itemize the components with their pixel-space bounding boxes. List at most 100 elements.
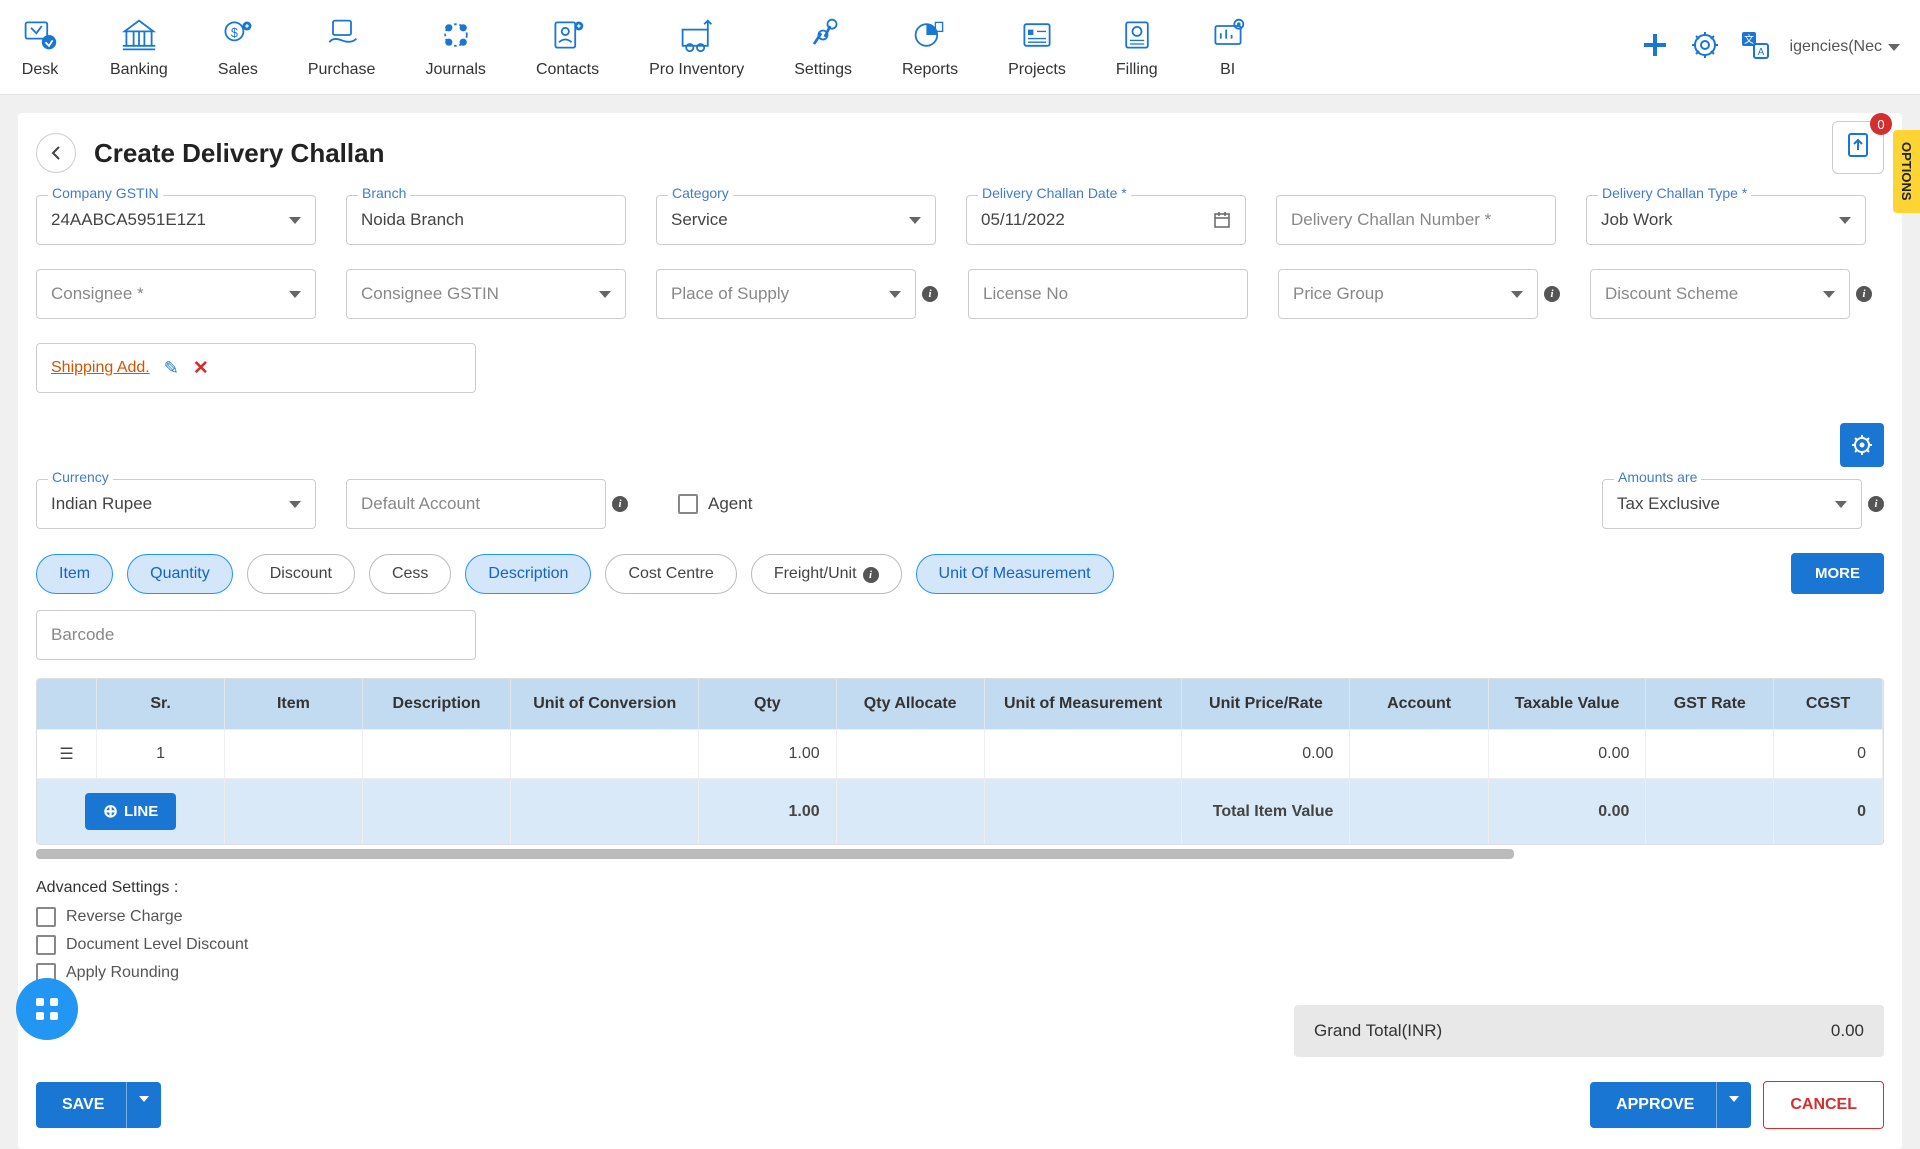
plus-icon[interactable] <box>1640 30 1670 65</box>
supply-field[interactable]: Place of Supply <box>656 269 916 319</box>
chevron-down-icon <box>599 291 611 298</box>
currency-field[interactable]: CurrencyIndian Rupee <box>36 479 316 529</box>
advanced-settings: Advanced Settings : Reverse Charge Docum… <box>36 879 248 991</box>
fab-button[interactable] <box>16 978 78 1040</box>
save-dropdown[interactable] <box>126 1082 161 1128</box>
nav-banking[interactable]: Banking <box>110 15 168 79</box>
nav-desk[interactable]: Desk <box>20 15 60 79</box>
info-icon[interactable]: i <box>1544 286 1560 302</box>
info-icon[interactable]: i <box>922 286 938 302</box>
nav-right: 文A igencies(Nec <box>1640 30 1900 65</box>
items-table: Sr. Item Description Unit of Conversion … <box>36 678 1884 845</box>
nav-purchase[interactable]: Purchase <box>308 15 376 79</box>
nav-journals[interactable]: Journals <box>425 15 485 79</box>
save-button[interactable]: SAVE <box>36 1082 130 1128</box>
chevron-down-icon <box>1839 217 1851 224</box>
date-field[interactable]: Delivery Challan Date *05/11/2022 <box>966 195 1246 245</box>
add-line-button[interactable]: ⊕LINE <box>85 793 176 830</box>
nav-reports[interactable]: Reports <box>902 15 958 79</box>
category-field[interactable]: CategoryService <box>656 195 936 245</box>
translate-icon[interactable]: 文A <box>1740 30 1770 65</box>
reverse-charge-checkbox[interactable]: Reverse Charge <box>36 907 248 927</box>
approve-dropdown[interactable] <box>1716 1082 1751 1128</box>
chevron-down-icon <box>289 291 301 298</box>
nav-filling[interactable]: Filling <box>1116 15 1158 79</box>
doc-discount-checkbox[interactable]: Document Level Discount <box>36 935 248 955</box>
options-tab[interactable]: OPTIONS <box>1893 130 1920 213</box>
info-icon[interactable]: i <box>1856 286 1872 302</box>
chip-cess[interactable]: Cess <box>369 554 451 594</box>
type-field[interactable]: Delivery Challan Type *Job Work <box>1586 195 1866 245</box>
edit-icon[interactable]: ✎ <box>164 358 179 379</box>
chip-freight[interactable]: Freight/Uniti <box>751 554 902 594</box>
apply-rounding-checkbox[interactable]: Apply Rounding <box>36 963 248 983</box>
checkbox-icon <box>678 494 698 514</box>
contacts-icon <box>548 15 588 55</box>
page-title: Create Delivery Challan <box>94 138 384 169</box>
upload-icon <box>1845 132 1871 158</box>
settings-icon <box>803 15 843 55</box>
number-field[interactable]: Delivery Challan Number * <box>1276 195 1556 245</box>
row-settings-button[interactable] <box>1840 423 1884 467</box>
page-header: Create Delivery Challan <box>36 133 1884 173</box>
table-row[interactable]: ☰ 1 1.00 0.00 0.00 0 <box>37 730 1883 779</box>
license-field[interactable]: License No <box>968 269 1248 319</box>
chip-uom[interactable]: Unit Of Measurement <box>916 554 1114 594</box>
nav-bi[interactable]: BI <box>1208 15 1248 79</box>
more-button[interactable]: MORE <box>1791 553 1884 594</box>
table-header: Sr. Item Description Unit of Conversion … <box>37 679 1883 730</box>
nav-items: Desk Banking $Sales Purchase Journals Co… <box>20 15 1248 79</box>
banking-icon <box>119 15 159 55</box>
column-chips: Item Quantity Discount Cess Description … <box>36 553 1884 594</box>
remove-icon[interactable]: ✕ <box>193 357 209 380</box>
projects-icon <box>1017 15 1057 55</box>
grand-total: Grand Total(INR) 0.00 <box>1294 1005 1884 1057</box>
nav-settings[interactable]: Settings <box>794 15 852 79</box>
company-gstin-field[interactable]: Company GSTIN24AABCA5951E1Z1 <box>36 195 316 245</box>
chip-costcentre[interactable]: Cost Centre <box>605 554 736 594</box>
row-handle[interactable]: ☰ <box>37 730 96 779</box>
purchase-icon <box>322 15 362 55</box>
pricegroup-field[interactable]: Price Group <box>1278 269 1538 319</box>
journals-icon <box>436 15 476 55</box>
chevron-down-icon <box>909 217 921 224</box>
desk-icon <box>20 15 60 55</box>
nav-projects[interactable]: Projects <box>1008 15 1066 79</box>
chip-description[interactable]: Description <box>465 554 591 594</box>
gear-icon[interactable] <box>1690 30 1720 65</box>
chevron-down-icon <box>1511 291 1523 298</box>
discount-field[interactable]: Discount Scheme <box>1590 269 1850 319</box>
horizontal-scrollbar[interactable] <box>36 849 1514 859</box>
agent-checkbox[interactable]: Agent <box>678 479 752 529</box>
chevron-down-icon <box>889 291 901 298</box>
consignee-gstin-field[interactable]: Consignee GSTIN <box>346 269 626 319</box>
nav-inventory[interactable]: Pro Inventory <box>649 15 744 79</box>
cancel-button[interactable]: CANCEL <box>1763 1081 1884 1129</box>
chip-discount[interactable]: Discount <box>247 554 355 594</box>
back-button[interactable] <box>36 133 76 173</box>
filling-icon <box>1117 15 1157 55</box>
shipping-link[interactable]: Shipping Add. <box>51 359 150 377</box>
account-field[interactable]: Default Account <box>346 479 606 529</box>
chevron-down-icon <box>289 217 301 224</box>
company-selector[interactable]: igencies(Nec <box>1790 38 1900 56</box>
info-icon[interactable]: i <box>612 496 628 512</box>
approve-button[interactable]: APPROVE <box>1590 1082 1720 1128</box>
svg-text:文: 文 <box>1744 33 1754 46</box>
main-panel: OPTIONS 0 Create Delivery Challan Compan… <box>18 113 1902 1149</box>
branch-field[interactable]: BranchNoida Branch <box>346 195 626 245</box>
upload-area[interactable]: 0 <box>1832 121 1884 174</box>
consignee-field[interactable]: Consignee * <box>36 269 316 319</box>
nav-sales[interactable]: $Sales <box>218 15 258 79</box>
chevron-down-icon <box>1835 501 1847 508</box>
svg-text:A: A <box>1757 47 1764 58</box>
chip-item[interactable]: Item <box>36 554 113 594</box>
nav-contacts[interactable]: Contacts <box>536 15 599 79</box>
amounts-field[interactable]: Amounts areTax Exclusive <box>1602 479 1862 529</box>
top-nav: Desk Banking $Sales Purchase Journals Co… <box>0 0 1920 95</box>
barcode-input[interactable]: Barcode <box>36 610 1884 660</box>
shipping-address[interactable]: Shipping Add. ✎ ✕ <box>36 343 476 393</box>
info-icon[interactable]: i <box>1868 496 1884 512</box>
chip-quantity[interactable]: Quantity <box>127 554 233 594</box>
chevron-down-icon <box>1888 44 1900 51</box>
